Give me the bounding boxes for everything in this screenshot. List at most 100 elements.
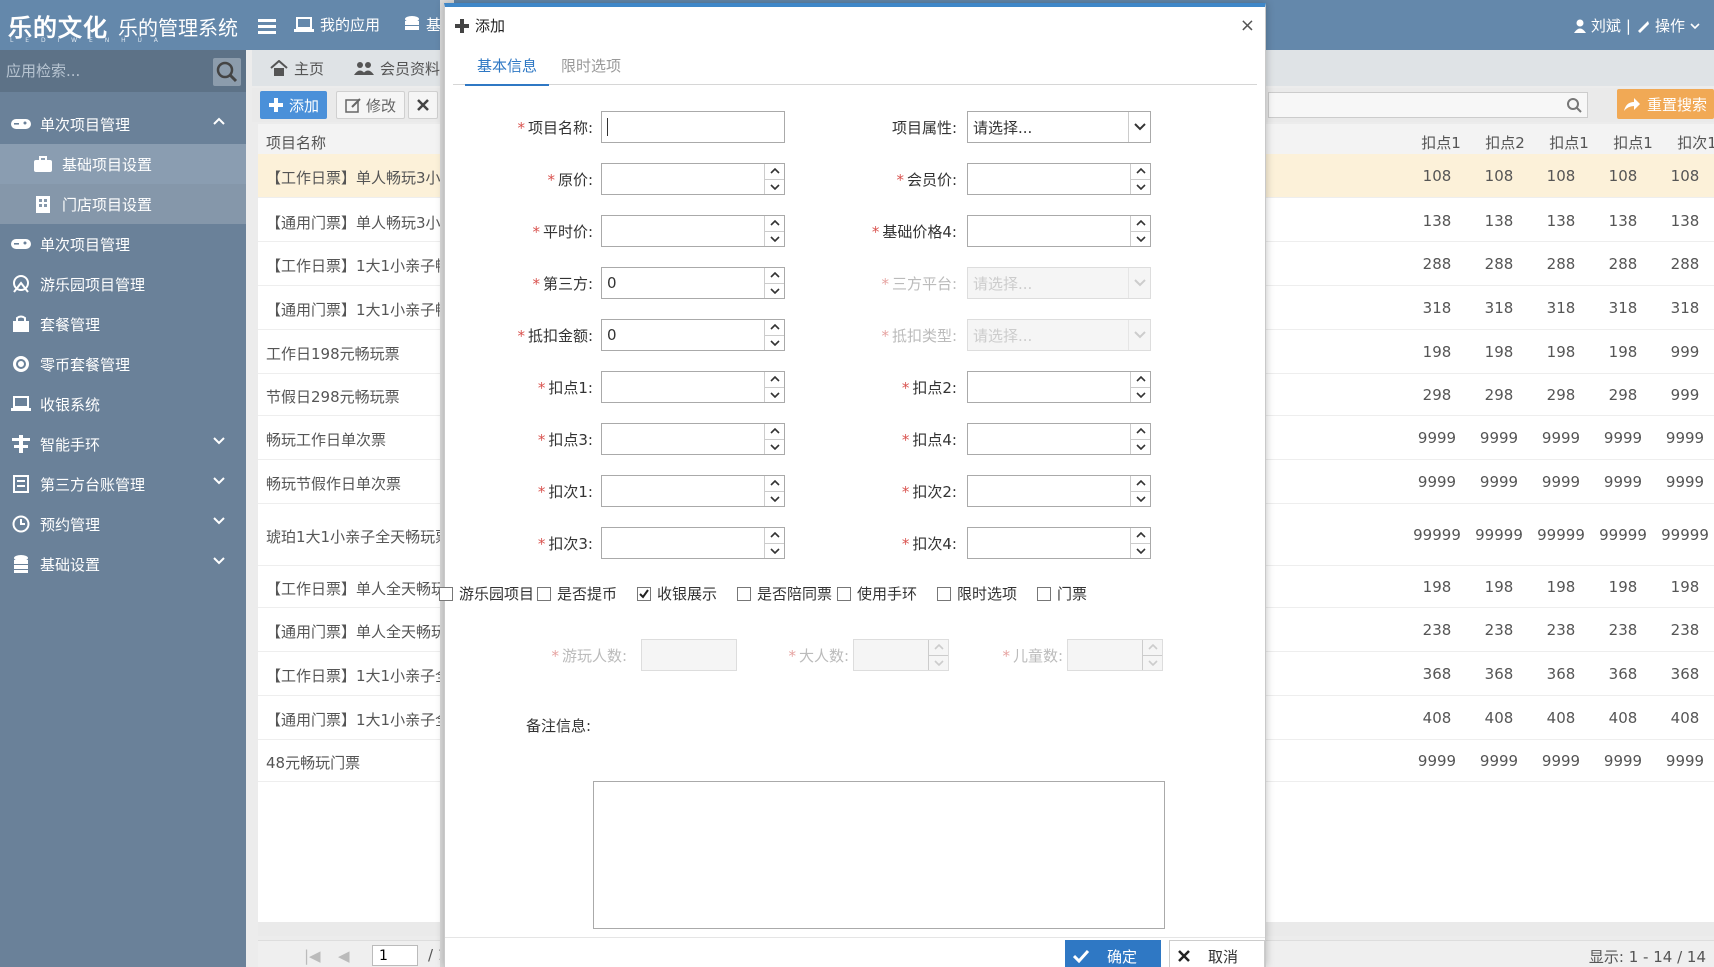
spin-down-icon[interactable] xyxy=(1131,492,1150,507)
base-price4-input[interactable] xyxy=(967,215,1151,247)
players-input[interactable] xyxy=(641,639,737,671)
spin-up-icon[interactable] xyxy=(1131,528,1150,544)
spin-down-icon[interactable] xyxy=(765,284,784,299)
spin-down-icon[interactable] xyxy=(1131,544,1150,559)
times2-input[interactable] xyxy=(967,475,1151,507)
tab-member[interactable]: 会员资料 xyxy=(354,50,440,86)
spin-up-icon[interactable] xyxy=(765,476,784,492)
sidebar-item-store-project[interactable]: 门店项目设置 xyxy=(0,184,246,224)
tab-home[interactable]: 主页 xyxy=(270,50,324,86)
sidebar-item-coin-package[interactable]: 零币套餐管理 xyxy=(0,344,246,384)
add-button[interactable]: 添加 xyxy=(260,91,328,119)
checkbox-box[interactable] xyxy=(1037,586,1051,601)
spin-up-icon[interactable] xyxy=(1131,476,1150,492)
remark-textarea[interactable] xyxy=(593,781,1165,929)
sidebar-item-booking[interactable]: 预约管理 xyxy=(0,504,246,544)
spinner-arrows[interactable] xyxy=(764,320,784,350)
checkbox-box[interactable] xyxy=(737,586,751,601)
spinner-arrows[interactable] xyxy=(764,372,784,402)
children-input[interactable] xyxy=(1067,639,1163,671)
spinner-arrows[interactable] xyxy=(1142,640,1162,670)
spin-down-icon[interactable] xyxy=(1131,232,1150,247)
checkbox-0[interactable]: 游乐园项目 xyxy=(439,583,534,604)
sidebar-item-package[interactable]: 套餐管理 xyxy=(0,304,246,344)
spinner-arrows[interactable] xyxy=(1130,216,1150,246)
spin-down-icon[interactable] xyxy=(765,336,784,351)
deduct-type-select[interactable]: 请选择... xyxy=(967,319,1151,351)
checkbox-4[interactable]: 使用手环 xyxy=(837,583,917,604)
app-search-input[interactable] xyxy=(6,58,206,84)
spin-up-icon[interactable] xyxy=(1131,372,1150,388)
spinner-arrows[interactable] xyxy=(1130,476,1150,506)
page-prev-icon[interactable]: ◀ xyxy=(338,947,350,965)
checkbox-box[interactable] xyxy=(937,586,951,601)
spin-down-icon[interactable] xyxy=(765,180,784,195)
checkbox-2[interactable]: 收银展示 xyxy=(637,583,717,604)
hamburger-icon[interactable] xyxy=(258,18,276,34)
grid-search-input[interactable] xyxy=(1268,92,1588,118)
checkbox-box[interactable] xyxy=(439,586,453,601)
spin-down-icon[interactable] xyxy=(1143,656,1162,671)
checkbox-1[interactable]: 是否提币 xyxy=(537,583,617,604)
spin-down-icon[interactable] xyxy=(765,440,784,455)
search-button[interactable] xyxy=(213,58,241,86)
sidebar-item-single-project[interactable]: 单次项目管理 xyxy=(0,104,246,144)
cancel-button[interactable]: 取消 xyxy=(1169,940,1265,967)
spinner-arrows[interactable] xyxy=(764,476,784,506)
checkbox-box[interactable] xyxy=(537,586,551,601)
spin-up-icon[interactable] xyxy=(1131,164,1150,180)
point2-input[interactable] xyxy=(967,371,1151,403)
point4-input[interactable] xyxy=(967,423,1151,455)
times3-input[interactable] xyxy=(601,527,785,559)
sidebar-item-base-settings[interactable]: 基础设置 xyxy=(0,544,246,584)
spinner-arrows[interactable] xyxy=(764,528,784,558)
sidebar-item-cashier[interactable]: 收银系统 xyxy=(0,384,246,424)
base-menu[interactable]: 基 xyxy=(404,14,441,35)
spin-up-icon[interactable] xyxy=(765,424,784,440)
spin-down-icon[interactable] xyxy=(765,232,784,247)
checkbox-3[interactable]: 是否陪同票 xyxy=(737,583,832,604)
spin-down-icon[interactable] xyxy=(1131,440,1150,455)
checkbox-box[interactable] xyxy=(837,586,851,601)
user-menu[interactable]: 刘斌 | 操作 xyxy=(1573,15,1700,36)
checkbox-6[interactable]: 门票 xyxy=(1037,583,1087,604)
deduct-amount-input[interactable]: 0 xyxy=(601,319,785,351)
tab-limit-options[interactable]: 限时选项 xyxy=(561,55,621,84)
page-input[interactable] xyxy=(372,945,418,966)
project-name-input[interactable] xyxy=(601,111,785,143)
tab-basic-info[interactable]: 基本信息 xyxy=(465,55,550,86)
member-price-input[interactable] xyxy=(967,163,1151,195)
spinner-arrows[interactable] xyxy=(1130,528,1150,558)
spinner-arrows[interactable] xyxy=(764,216,784,246)
spin-up-icon[interactable] xyxy=(929,640,948,656)
sidebar-item-smart-band[interactable]: 智能手环 xyxy=(0,424,246,464)
times4-input[interactable] xyxy=(967,527,1151,559)
sidebar-item-single-project-2[interactable]: 单次项目管理 xyxy=(0,224,246,264)
sidebar-item-third-ledger[interactable]: 第三方台账管理 xyxy=(0,464,246,504)
spin-up-icon[interactable] xyxy=(765,268,784,284)
spinner-arrows[interactable] xyxy=(1130,164,1150,194)
delete-button[interactable]: 删 xyxy=(408,91,438,119)
spin-down-icon[interactable] xyxy=(765,388,784,403)
third-party-input[interactable]: 0 xyxy=(601,267,785,299)
orig-price-input[interactable] xyxy=(601,163,785,195)
spin-down-icon[interactable] xyxy=(765,492,784,507)
sidebar-item-amusement[interactable]: 游乐园项目管理 xyxy=(0,264,246,304)
spinner-arrows[interactable] xyxy=(928,640,948,670)
confirm-button[interactable]: 确定 xyxy=(1065,940,1161,967)
normal-price-input[interactable] xyxy=(601,215,785,247)
spinner-arrows[interactable] xyxy=(1130,424,1150,454)
adults-input[interactable] xyxy=(853,639,949,671)
point3-input[interactable] xyxy=(601,423,785,455)
spinner-arrows[interactable] xyxy=(1130,372,1150,402)
point1-input[interactable] xyxy=(601,371,785,403)
sidebar-item-base-project[interactable]: 基础项目设置 xyxy=(0,144,246,184)
edit-button[interactable]: 修改 xyxy=(336,91,406,119)
spin-up-icon[interactable] xyxy=(1131,424,1150,440)
spin-down-icon[interactable] xyxy=(1131,388,1150,403)
spin-down-icon[interactable] xyxy=(1131,180,1150,195)
spinner-arrows[interactable] xyxy=(764,268,784,298)
spin-up-icon[interactable] xyxy=(765,372,784,388)
checkbox-5[interactable]: 限时选项 xyxy=(937,583,1017,604)
spin-up-icon[interactable] xyxy=(765,528,784,544)
